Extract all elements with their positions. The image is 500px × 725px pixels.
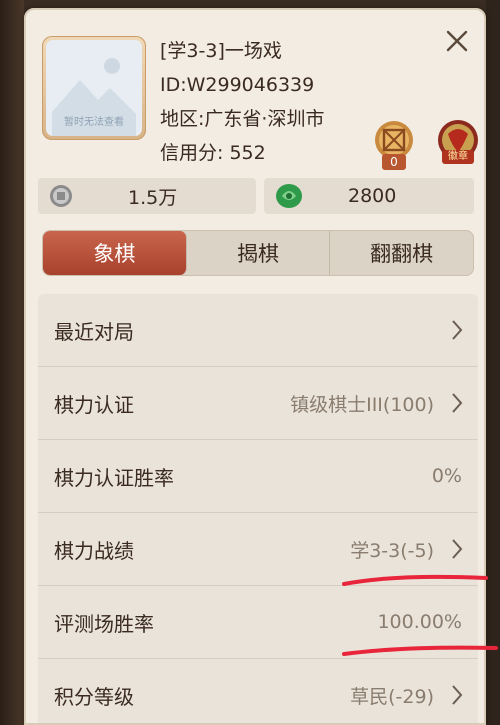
- row-value: 草民(-29): [350, 685, 434, 708]
- row-value: 学3-3(-5): [350, 539, 434, 562]
- row-rating-record[interactable]: 棋力战绩 学3-3(-5): [38, 513, 478, 586]
- row-evaluation-win-rate: 评测场胜率 100.00%: [38, 586, 478, 659]
- row-rating-certification[interactable]: 棋力认证 镇级棋士III(100): [38, 367, 478, 440]
- row-recent-games[interactable]: 最近对局: [38, 294, 478, 367]
- coin-balance: 1.5万: [38, 178, 256, 214]
- close-icon[interactable]: [444, 28, 470, 54]
- avatar[interactable]: 暂时无法查看: [42, 36, 146, 140]
- row-value: 0%: [431, 465, 462, 487]
- row-label: 最近对局: [54, 319, 134, 344]
- profile-info: [学3-3]一场戏 ID:W299046339 地区:广东省·深圳市 信用分: …: [160, 34, 324, 170]
- row-label: 棋力认证胜率: [54, 465, 174, 490]
- row-points-level[interactable]: 积分等级 草民(-29): [38, 659, 478, 723]
- game-type-tabs: 象棋 揭棋 翻翻棋: [42, 230, 474, 276]
- row-label: 棋力认证: [54, 392, 134, 417]
- jade-icon: [276, 184, 302, 208]
- row-label: 积分等级: [54, 684, 134, 709]
- row-label: 评测场胜率: [54, 611, 154, 636]
- tab-xiangqi[interactable]: 象棋: [43, 231, 187, 275]
- backdrop-left: [0, 0, 24, 725]
- row-certification-win-rate: 棋力认证胜率 0%: [38, 440, 478, 513]
- row-value: 100.00%: [377, 611, 462, 633]
- avatar-caption: 暂时无法查看: [64, 117, 124, 128]
- jade-balance: 2800: [264, 178, 474, 214]
- rank-badge[interactable]: 0: [370, 118, 418, 170]
- player-region: 地区:广东省·深圳市: [160, 108, 325, 130]
- jade-amount: 2800: [348, 185, 397, 207]
- backdrop-right: [486, 0, 500, 725]
- chevron-right-icon: [452, 539, 463, 559]
- coin-amount: 1.5万: [128, 186, 178, 209]
- row-label: 棋力战绩: [54, 538, 134, 563]
- row-value: 镇级棋士III(100): [290, 393, 434, 416]
- tab-fanfanqi[interactable]: 翻翻棋: [330, 231, 473, 275]
- player-name: [学3-3]一场戏: [160, 40, 282, 62]
- player-credit: 信用分: 552: [160, 142, 266, 164]
- stats-list: 最近对局 棋力认证 镇级棋士III(100) 棋力认证胜率 0% 棋力战绩 学3…: [38, 294, 478, 723]
- medal-label: 徽章: [448, 151, 468, 162]
- avatar-placeholder-image: 暂时无法查看: [46, 40, 142, 136]
- medal-badge[interactable]: 徽章: [434, 118, 482, 170]
- player-id: ID:W299046339: [160, 74, 315, 96]
- chevron-right-icon: [452, 320, 463, 340]
- profile-panel: 暂时无法查看 [学3-3]一场戏 ID:W299046339 地区:广东省·深圳…: [24, 8, 486, 725]
- rank-badge-count: 0: [382, 154, 406, 170]
- chevron-right-icon: [452, 685, 463, 705]
- tab-jieqi[interactable]: 揭棋: [187, 231, 331, 275]
- coin-icon: [50, 185, 72, 207]
- chevron-right-icon: [452, 393, 463, 413]
